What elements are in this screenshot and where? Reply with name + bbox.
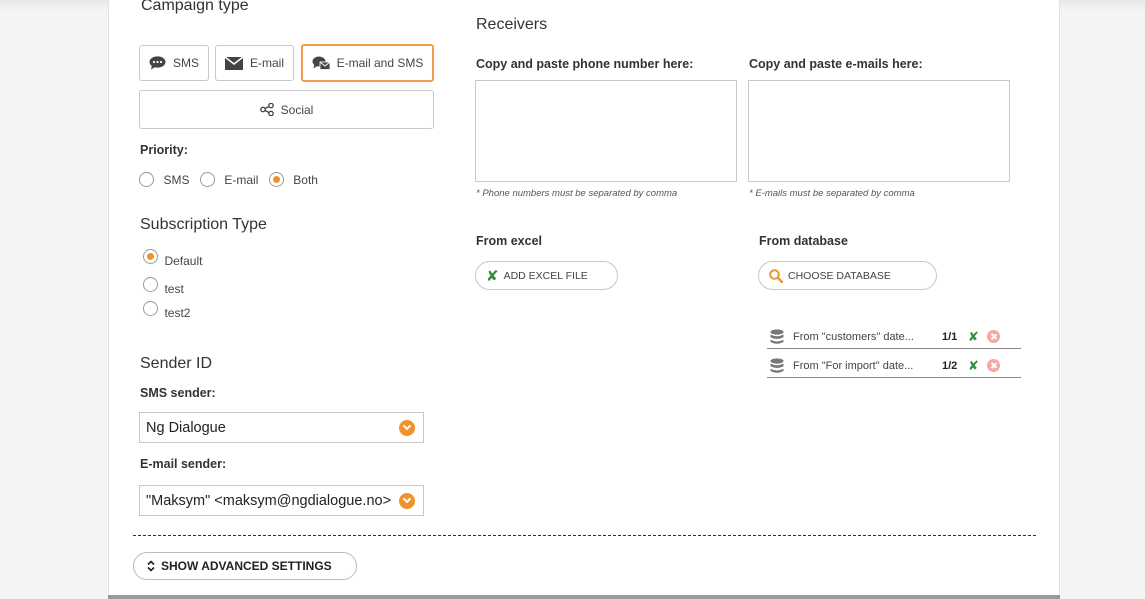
sms-sender-value: Ng Dialogue [146, 419, 226, 436]
campaign-type-email-button[interactable]: E-mail [215, 45, 294, 81]
emails-textarea[interactable] [748, 80, 1010, 182]
excel-icon[interactable]: ✘ [968, 358, 979, 374]
bottom-bar [108, 595, 1060, 599]
priority-email-label: E-mail [224, 172, 259, 187]
choose-database-label: CHOOSE DATABASE [788, 269, 891, 282]
database-count: 1/2 [942, 359, 958, 372]
subscription-test2-option[interactable]: test2 [143, 300, 191, 320]
database-name: From "customers" date... [793, 330, 914, 343]
section-divider [133, 535, 1036, 536]
sms-sender-label: SMS sender: [140, 386, 216, 400]
database-icon [770, 357, 784, 373]
subscription-test-option[interactable]: test [143, 276, 184, 296]
priority-email-radio[interactable] [199, 172, 215, 188]
subscription-default-option[interactable]: Default [143, 248, 203, 268]
receivers-heading: Receivers [476, 16, 548, 33]
priority-both-radio[interactable] [268, 172, 284, 188]
subscription-test2-label: test2 [164, 305, 191, 320]
email-sender-value: "Maksym" <maksym@ngdialogue.no> [146, 492, 392, 509]
remove-icon[interactable] [986, 359, 1000, 372]
campaign-type-sms-label: SMS [172, 56, 199, 70]
envelope-icon [224, 56, 243, 70]
database-icon [770, 328, 784, 344]
campaign-type-heading: Campaign type [141, 0, 249, 14]
subscription-default-radio[interactable] [143, 249, 158, 265]
excel-icon: ✘ [486, 267, 499, 285]
campaign-type-social-label: Social [280, 102, 314, 117]
show-advanced-settings-button[interactable]: SHOW ADVANCED SETTINGS [133, 552, 357, 580]
from-excel-label: From excel [476, 234, 543, 248]
add-excel-file-button[interactable]: ✘ ADD EXCEL FILE [475, 261, 618, 290]
share-icon [259, 103, 274, 116]
excel-icon[interactable]: ✘ [968, 329, 979, 345]
campaign-type-social-button[interactable]: Social [139, 90, 434, 129]
chat-bubble-icon [149, 56, 166, 70]
subscription-default-label: Default [164, 253, 203, 268]
phone-numbers-textarea[interactable] [475, 80, 737, 182]
campaign-type-sms-button[interactable]: SMS [139, 45, 209, 81]
priority-sms-label: SMS [163, 172, 190, 187]
subscription-test-radio[interactable] [143, 277, 158, 293]
search-icon [769, 268, 783, 283]
email-input-label: Copy and paste e-mails here: [749, 57, 923, 71]
subscription-test-label: test [164, 281, 184, 296]
add-excel-file-label: ADD EXCEL FILE [503, 269, 588, 282]
sms-sender-select[interactable]: Ng Dialogue [139, 412, 424, 443]
priority-both-label: Both [293, 172, 318, 187]
email-note: * E-mails must be separated by comma [749, 188, 915, 199]
chevron-down-icon [399, 493, 415, 509]
from-database-label: From database [759, 234, 848, 248]
chat-envelope-icon [312, 56, 330, 70]
sender-id-heading: Sender ID [140, 355, 213, 372]
priority-radio-group: SMS E-mail Both [139, 171, 318, 189]
campaign-type-email-sms-label: E-mail and SMS [336, 56, 424, 70]
show-advanced-settings-label: SHOW ADVANCED SETTINGS [161, 559, 332, 573]
database-name: From "For import" date... [793, 359, 914, 372]
email-sender-select[interactable]: "Maksym" <maksym@ngdialogue.no> [139, 485, 424, 516]
database-row: From "For import" date... 1/2 ✘ [767, 354, 1021, 378]
chevron-down-icon [399, 420, 415, 436]
phone-note: * Phone numbers must be separated by com… [476, 188, 678, 199]
campaign-type-email-label: E-mail [249, 56, 284, 70]
subscription-type-heading: Subscription Type [140, 216, 267, 233]
priority-sms-radio[interactable] [139, 172, 154, 188]
priority-label: Priority: [140, 143, 188, 157]
phone-input-label: Copy and paste phone number here: [476, 57, 694, 71]
database-row: From "customers" date... 1/1 ✘ [767, 325, 1021, 349]
campaign-type-email-sms-button[interactable]: E-mail and SMS [301, 44, 434, 82]
remove-icon[interactable] [986, 330, 1000, 343]
chevron-up-down-icon [147, 560, 155, 572]
subscription-test2-radio[interactable] [143, 301, 158, 317]
database-count: 1/1 [942, 330, 958, 343]
choose-database-button[interactable]: CHOOSE DATABASE [758, 261, 937, 290]
email-sender-label: E-mail sender: [140, 457, 227, 471]
